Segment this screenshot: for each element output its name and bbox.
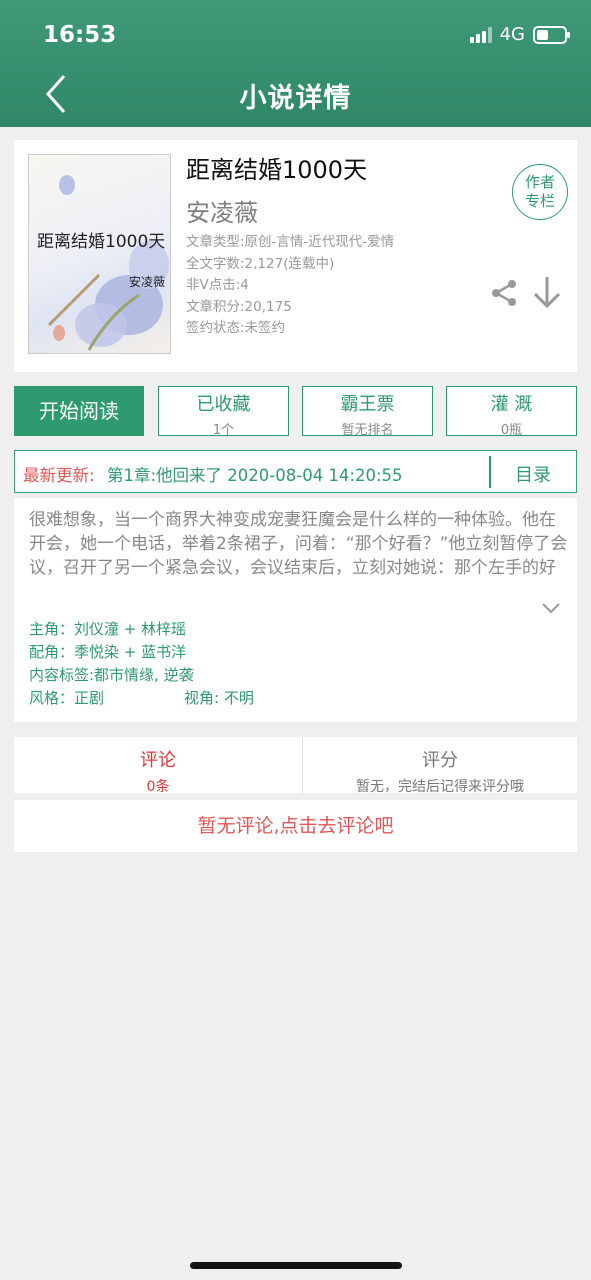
tab-rating[interactable]: 评分 暂无，完结后记得来评分哦 bbox=[303, 737, 577, 793]
meta-score: 文章积分:20,175 bbox=[186, 298, 292, 315]
style: 风格：正剧 bbox=[29, 689, 105, 707]
tab-comments-count: 0条 bbox=[146, 779, 170, 793]
latest-chapter-link[interactable]: 第1章:他回来了 2020-08-04 14:20:55 bbox=[107, 462, 403, 486]
book-cover[interactable]: 距离结婚1000天 安凌薇 bbox=[28, 154, 171, 354]
home-indicator[interactable] bbox=[190, 1262, 402, 1269]
download-icon[interactable] bbox=[531, 274, 563, 310]
protagonists: 主角：刘仪潼 + 林梓瑶 bbox=[29, 620, 187, 638]
vote-label: 霸王票 bbox=[340, 394, 395, 415]
status-indicators: 4G bbox=[469, 24, 570, 45]
signal-icon bbox=[469, 26, 492, 43]
content-tags: 内容标签:都市情缘, 逆袭 bbox=[29, 666, 194, 684]
battery-icon bbox=[533, 25, 570, 44]
book-meta: 文章类型:原创-言情-近代现代-爱情 全文字数:2,127(连载中) 非V点击:… bbox=[186, 232, 394, 340]
table-of-contents-button[interactable]: 目录 bbox=[515, 461, 551, 487]
meta-clicks: 非V点击:4 bbox=[186, 277, 249, 293]
cover-title: 距离结婚1000天 bbox=[37, 232, 166, 252]
comment-rating-tabs: 评论 0条 评分 暂无，完结后记得来评分哦 bbox=[14, 737, 577, 793]
water-count: 0瓶 bbox=[500, 423, 523, 438]
author-column-line2: 专栏 bbox=[524, 192, 555, 210]
author-column-line1: 作者 bbox=[524, 173, 555, 191]
tab-comments-label: 评论 bbox=[140, 750, 176, 771]
divider bbox=[489, 456, 491, 488]
tab-comments[interactable]: 评论 0条 bbox=[14, 737, 302, 793]
vote-rank: 暂无排名 bbox=[341, 423, 394, 438]
start-reading-button[interactable]: 开始阅读 bbox=[14, 386, 144, 436]
meta-word-count: 全文字数:2,127(连载中) bbox=[186, 255, 335, 272]
supporting-roles: 配角：季悦染 + 蓝书洋 bbox=[29, 643, 187, 661]
latest-update-bar: 最新更新: 第1章:他回来了 2020-08-04 14:20:55 目录 bbox=[14, 450, 577, 493]
collect-label: 已收藏 bbox=[196, 394, 251, 415]
book-author[interactable]: 安凌薇 bbox=[186, 193, 258, 228]
book-intro: 很难想象，当一个商界大神变成宠妻狂魔会是什么样的一种体验。他在开会，她一个电话，… bbox=[14, 498, 577, 722]
tab-rating-label: 评分 bbox=[422, 750, 458, 771]
status-time: 16:53 bbox=[43, 22, 117, 48]
book-tags: 主角：刘仪潼 + 林梓瑶 配角：季悦染 + 蓝书洋 内容标签:都市情缘, 逆袭 … bbox=[29, 618, 254, 710]
cover-flower-art bbox=[47, 175, 169, 351]
no-comments-prompt[interactable]: 暂无评论,点击去评论吧 bbox=[14, 800, 577, 852]
share-icon[interactable] bbox=[490, 278, 520, 308]
perspective: 视角: 不明 bbox=[184, 689, 254, 707]
cover-author: 安凌薇 bbox=[129, 275, 166, 289]
network-type: 4G bbox=[499, 24, 525, 45]
meta-type: 文章类型:原创-言情-近代现代-爱情 bbox=[186, 234, 395, 250]
app-header: 16:53 4G 小说详情 bbox=[0, 0, 591, 127]
summary-text: 很难想象，当一个商界大神变成宠妻狂魔会是什么样的一种体验。他在开会，她一个电话，… bbox=[29, 510, 568, 578]
water-button[interactable]: 灌 溉 0瓶 bbox=[446, 386, 577, 438]
meta-contract: 签约状态:未签约 bbox=[186, 320, 286, 336]
latest-update-label: 最新更新: bbox=[23, 466, 95, 485]
tab-rating-note: 暂无，完结后记得来评分哦 bbox=[356, 779, 524, 793]
book-title: 距离结婚1000天 bbox=[186, 156, 368, 184]
action-buttons: 开始阅读 已收藏 1个 霸王票 暂无排名 灌 溉 0瓶 bbox=[14, 386, 577, 438]
chevron-down-icon[interactable] bbox=[541, 601, 561, 615]
book-info-card: 距离结婚1000天 安凌薇 距离结婚1000天 安凌薇 文章类型:原创-言情-近… bbox=[14, 140, 577, 372]
vote-button[interactable]: 霸王票 暂无排名 bbox=[302, 386, 433, 438]
water-label: 灌 溉 bbox=[490, 394, 533, 415]
collect-count: 1个 bbox=[212, 423, 235, 438]
page-title: 小说详情 bbox=[239, 83, 352, 114]
collect-button[interactable]: 已收藏 1个 bbox=[158, 386, 289, 438]
author-column-button[interactable]: 作者 专栏 bbox=[512, 164, 568, 220]
